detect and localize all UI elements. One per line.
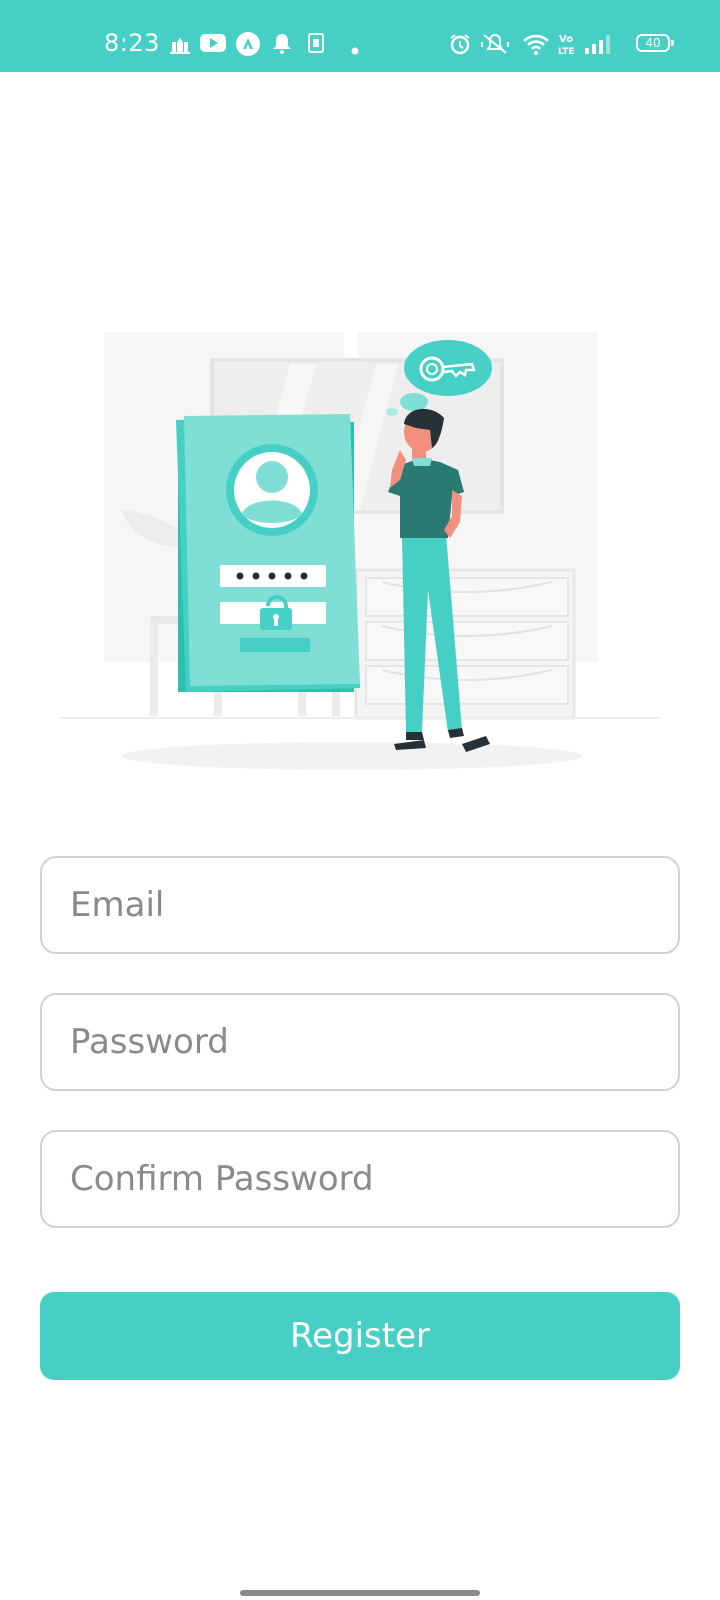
sim-card-icon: [308, 33, 324, 57]
svg-text:LTE: LTE: [558, 47, 575, 56]
confirm-password-input[interactable]: [40, 1130, 680, 1228]
register-button[interactable]: Register: [40, 1292, 680, 1380]
login-security-illustration: [60, 320, 660, 800]
status-time: 8:23: [104, 29, 160, 57]
app-a-icon: [236, 32, 260, 60]
dot-icon: [351, 40, 359, 59]
home-indicator[interactable]: [240, 1590, 480, 1596]
svg-text:Vo: Vo: [559, 34, 573, 45]
mosque-icon: [168, 32, 192, 58]
notification-bell-icon: [272, 32, 292, 58]
vibrate-off-icon: [480, 32, 510, 60]
battery-icon: 40: [636, 34, 674, 52]
youtube-icon: [200, 34, 226, 56]
volte-icon: Vo LTE: [558, 32, 576, 60]
status-bar: 8:23 Vo LTE 40: [0, 0, 720, 72]
alarm-icon: [448, 32, 472, 60]
signal-icon: [584, 34, 610, 58]
password-input[interactable]: [40, 993, 680, 1091]
wifi-icon: [522, 32, 550, 60]
email-input[interactable]: [40, 856, 680, 954]
